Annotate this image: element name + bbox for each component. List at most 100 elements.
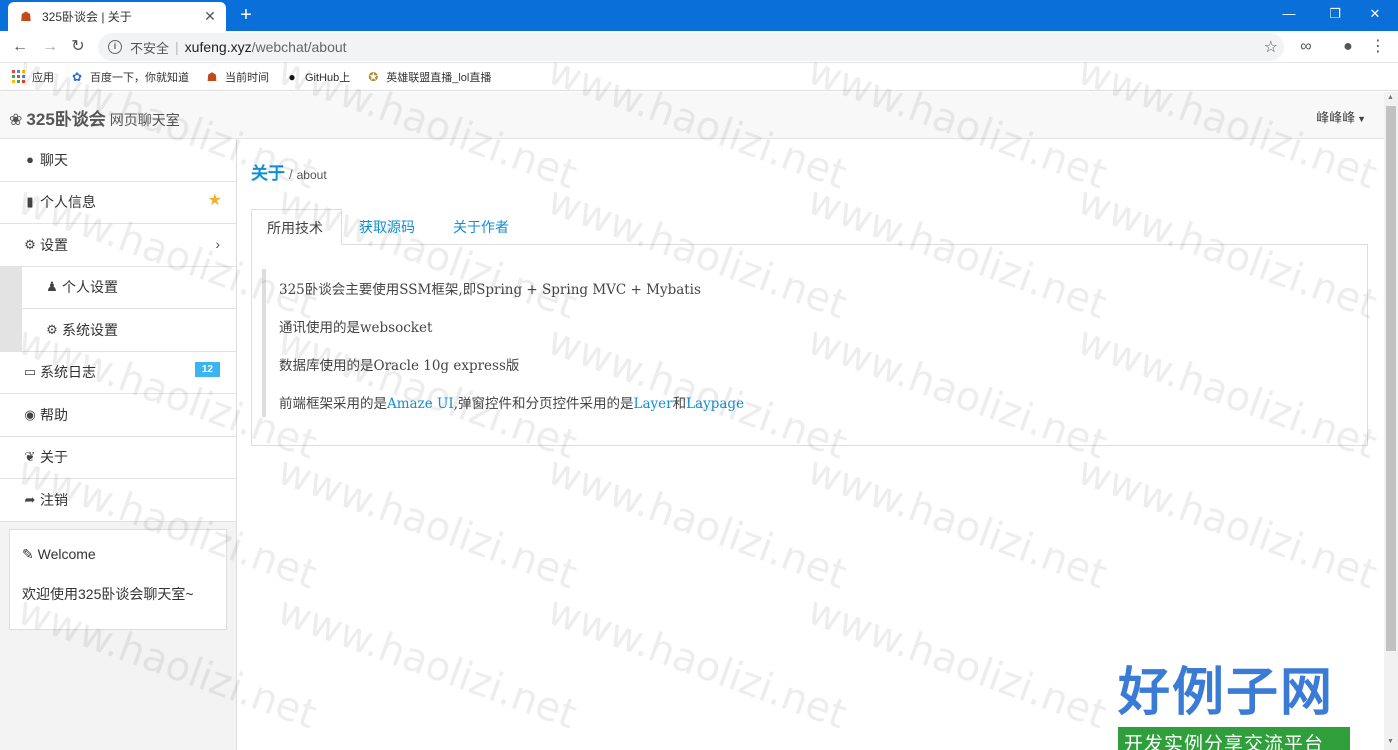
frontend-mid: ,弹窗控件和分页控件采用的是 [453,396,634,412]
sidebar-item-label: 关于 [40,449,68,466]
breadcrumb-separator: / [289,167,293,182]
tech-line-framework: 325卧谈会主要使用SSM框架,即Spring + Spring MVC + M… [279,282,701,298]
laypage-link[interactable]: Laypage [686,396,744,412]
url-divider: | [175,39,179,55]
address-bar: ← → ↻ i 不安全 | xufeng.xyz /webchat/about … [0,31,1398,63]
welcome-panel: ✎ Welcome 欢迎使用325卧谈会聊天室~ [9,529,227,630]
profile-icon[interactable]: ● [1337,37,1359,59]
frontend-and: 和 [672,396,687,412]
github-icon: ● [288,69,296,84]
app-header: ❀ 325卧谈会 网页聊天室 峰峰峰 ▼ [0,92,1384,139]
bookmark-label: 百度一下，你就知道 [90,71,189,84]
forward-button[interactable]: → [38,35,62,59]
clock-favicon: ☗ [206,69,218,84]
bookmark-label: 应用 [32,71,54,84]
site-favicon-icon: ☗ [20,8,32,24]
minimize-button[interactable]: — [1266,0,1312,31]
tab-panel: 325卧谈会主要使用SSM框架,即Spring + Spring MVC + M… [251,245,1368,446]
sidebar-item-system-settings[interactable]: ⚙ 系统设置 [22,309,236,352]
tech-line-frontend: 前端框架采用的是Amaze UI,弹窗控件和分页控件采用的是Layer和Layp… [279,392,744,412]
bookmark-label: GitHub上 [305,71,351,84]
new-tab-button[interactable]: + [234,4,258,28]
sidebar-item-system-log[interactable]: ▭ 系统日志 12 [0,351,236,394]
logo-sub: 开发实例分享交流平台 [1118,727,1350,750]
url-field[interactable]: i 不安全 | xufeng.xyz /webchat/about ☆ [98,33,1284,61]
comment-icon: ✎ [22,546,38,562]
bookmark-time[interactable]: ☗ 当前时间 [205,69,269,85]
sign-out-icon: ➦ [24,491,36,507]
extension-icon[interactable]: ∞ [1295,37,1317,59]
sidebar-item-personal-settings[interactable]: ♟ 个人设置 [22,266,236,309]
info-icon[interactable]: i [108,40,122,54]
sidebar: ● 聊天 ▮ 个人信息 ★ ⚙ 设置 › ♟ 个人设置 ⚙ 系统设置 ▭ 系统日… [0,139,237,750]
brand-subtitle: 网页聊天室 [109,112,180,128]
sidebar-item-label: 个人信息 [40,194,96,211]
apps-icon [12,70,25,83]
url-path: /webchat/about [251,39,347,55]
tab-tech[interactable]: 所用技术 [251,209,342,245]
tab-title: 325卧谈会 | 关于 [42,10,132,24]
tab-author[interactable]: 关于作者 [438,209,524,245]
reload-button[interactable]: ↻ [66,35,90,59]
brand-name: 325卧谈会 [26,110,106,129]
leaf-icon: ❦ [24,449,36,465]
browser-tab[interactable]: ☗ 325卧谈会 | 关于 ✕ [8,2,226,31]
logo-main: 好例子网 [1118,663,1335,723]
bookmark-apps[interactable]: 应用 [12,69,54,85]
url-host: xufeng.xyz [184,39,252,55]
count-badge: 12 [194,361,220,377]
watermark-logo: 好例子网 开发实例分享交流平台 [1118,650,1350,750]
settings-submenu: ♟ 个人设置 ⚙ 系统设置 [0,266,236,352]
frontend-prefix: 前端框架采用的是 [279,396,387,412]
back-button[interactable]: ← [8,35,32,59]
star-icon: ★ [207,191,222,209]
sidebar-item-logout[interactable]: ➦ 注销 [0,479,236,522]
menu-dots-icon[interactable]: ⋮ [1367,37,1389,59]
bookmark-star-icon[interactable]: ☆ [1264,37,1278,57]
amaze-ui-link[interactable]: Amaze UI [387,396,454,412]
brand[interactable]: ❀ 325卧谈会 网页聊天室 [9,105,180,130]
chevron-right-icon: › [215,236,220,252]
scroll-thumb[interactable] [1386,106,1396,651]
tab-bar: 所用技术 获取源码 关于作者 [251,209,1368,245]
cogs-icon: ⚙ [24,236,36,252]
bookmark-baidu[interactable]: ✿ 百度一下，你就知道 [70,69,189,85]
comment-icon: ● [26,152,34,168]
bookmark-label: 当前时间 [225,71,269,84]
scroll-up-icon[interactable]: ▲ [1387,94,1394,101]
scroll-down-icon[interactable]: ▼ [1387,738,1394,745]
sidebar-item-label: 注销 [40,491,68,508]
users-icon: ♟ [46,279,58,295]
sidebar-item-help[interactable]: ◉ 帮助 [0,394,236,437]
sidebar-item-label: 帮助 [40,406,68,423]
sidebar-item-label: 系统日志 [40,364,96,381]
sidebar-item-about[interactable]: ❦ 关于 [0,436,236,479]
sidebar-item-settings[interactable]: ⚙ 设置 › [0,224,236,267]
wechat-icon: ❀ [9,112,23,129]
welcome-title: ✎ Welcome [22,546,96,562]
tab-source[interactable]: 获取源码 [344,209,430,245]
sidebar-item-chat[interactable]: ● 聊天 [0,139,236,182]
gear-icon: ⚙ [46,321,58,337]
sidebar-item-profile[interactable]: ▮ 个人信息 ★ [0,181,236,224]
lol-icon: ✪ [368,69,379,84]
blockquote-bar [262,269,266,417]
close-icon[interactable]: ✕ [202,8,218,25]
sidebar-item-label: 设置 [40,236,68,253]
globe-icon: ◉ [24,406,36,422]
page-scrollbar[interactable]: ▲ ▼ [1384,92,1398,750]
welcome-text: 欢迎使用325卧谈会聊天室~ [22,586,194,602]
window-close-button[interactable]: ✕ [1352,0,1398,31]
user-name: 峰峰峰 [1316,110,1356,125]
layer-link[interactable]: Layer [634,396,673,412]
browser-titlebar: ☗ 325卧谈会 | 关于 ✕ + — ❐ ✕ [0,0,1398,31]
tech-line-websocket: 通讯使用的是websocket [279,320,433,336]
baidu-paw-icon: ✿ [71,69,83,84]
page-subtitle: about [296,168,327,182]
sidebar-item-label: 系统设置 [62,321,118,338]
bookmark-lol[interactable]: ✪ 英雄联盟直播_lol直播 [366,69,491,85]
bookmark-github[interactable]: ● GitHub上 [285,69,350,85]
tech-line-database: 数据库使用的是Oracle 10g express版 [279,358,520,374]
breadcrumb: 关于 / about [251,159,327,184]
user-dropdown[interactable]: 峰峰峰 ▼ [1316,107,1366,126]
